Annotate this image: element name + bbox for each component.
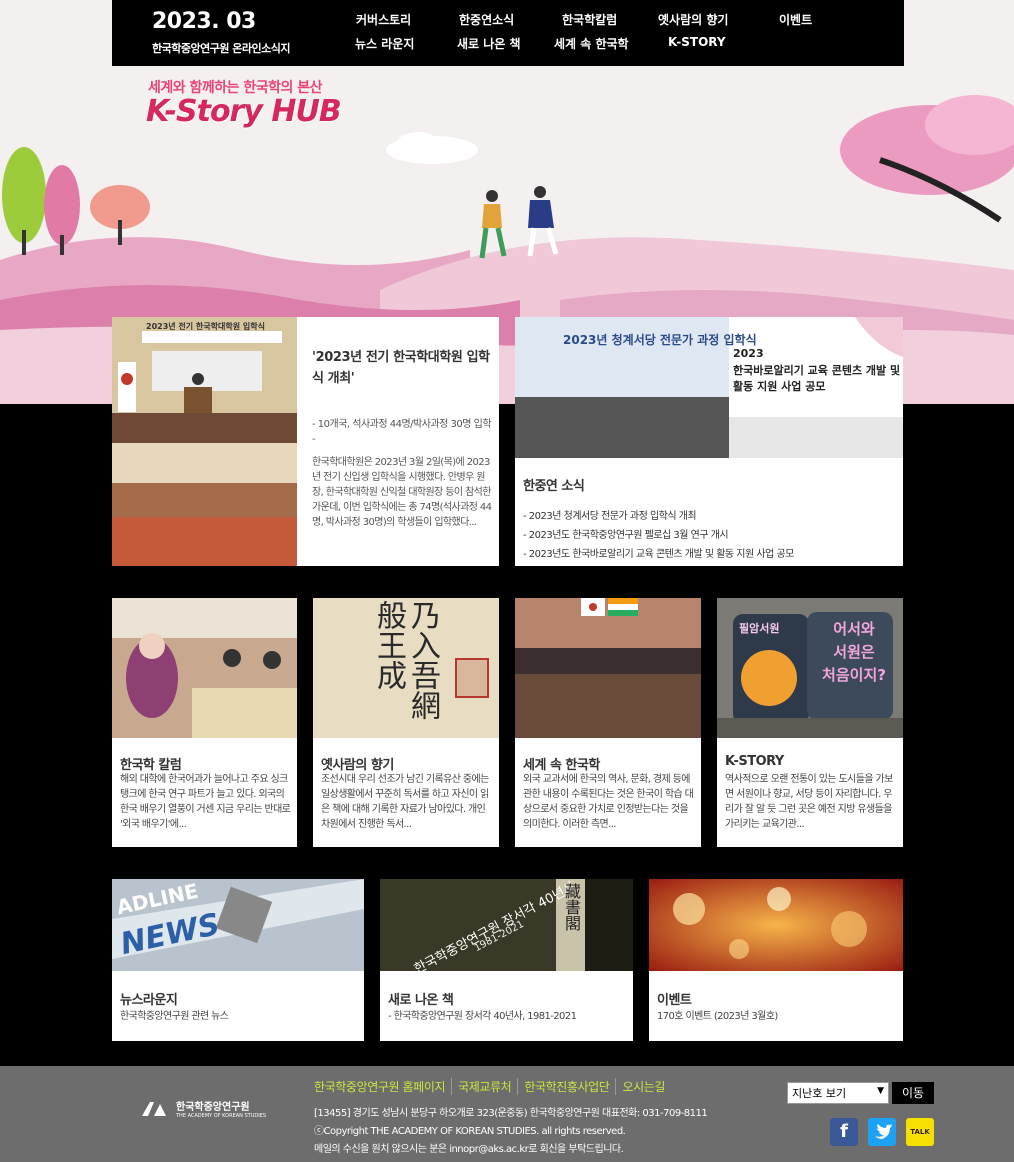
nav-akso-news[interactable]: 한중연소식 <box>459 11 514 28</box>
nav-cover-story[interactable]: 커버스토리 <box>356 11 411 28</box>
footer-link-homepage[interactable]: 한국학중앙연구원 홈페이지 <box>314 1078 451 1095</box>
k-story-photo: 필암서원 어서와 서원은 처음이지? <box>717 598 903 738</box>
k-story-sign-left: 필암서원 <box>739 622 780 635</box>
footer-logo[interactable]: 한국학중앙연구원 THE ACADEMY OF KOREAN STUDIES <box>140 1098 266 1119</box>
world-studies-title[interactable]: 세계 속 한국학 <box>523 754 600 773</box>
event-photo <box>649 879 903 971</box>
footer-address: [13455] 경기도 성남시 분당구 하오개로 323(운중동) 한국학중앙연… <box>314 1108 708 1119</box>
news-lounge-card[interactable]: ADLINE NEWS 뉴스라운지 한국학중앙연구원 관련 뉴스 <box>112 879 364 1041</box>
footer-logo-text: 한국학중앙연구원 <box>176 1102 250 1113</box>
kakaotalk-label: TALK <box>910 1128 930 1136</box>
footer-link-international[interactable]: 국제교류처 <box>451 1078 517 1095</box>
event-card[interactable]: 이벤트 170호 이벤트 (2023년 3월호) <box>649 879 903 1041</box>
footer-logo-sub: THE ACADEMY OF KOREAN STUDIES <box>176 1113 267 1119</box>
event-text: 170호 이벤트 (2023년 3월호) <box>657 1011 778 1022</box>
nav-news-lounge[interactable]: 뉴스 라운지 <box>355 35 414 52</box>
chevron-down-icon: ▼ <box>877 1086 884 1096</box>
nav-ancestors-scent[interactable]: 옛사람의 향기 <box>658 11 728 28</box>
feature-subtitle: - 10개국, 석사과정 44명/박사과정 30명 입학 - <box>312 419 492 445</box>
ancestors-title[interactable]: 옛사람의 향기 <box>321 754 394 773</box>
list-item[interactable]: - 2023년도 한국바로알리기 교육 콘텐츠 개발 및 활동 지원 사업 공모 <box>523 545 903 564</box>
nav-korean-studies-column[interactable]: 한국학칼럼 <box>562 11 617 28</box>
past-issue-select-label: 지난호 보기 <box>792 1087 847 1100</box>
k-story-sign-line2: 서원은 <box>833 643 875 661</box>
new-books-card[interactable]: 한국학중앙연구원 장서각 40년사 1981-2021 藏書閣 새로 나온 책 … <box>380 879 633 1041</box>
news-lounge-text: 한국학중앙연구원 관련 뉴스 <box>120 1011 229 1022</box>
k-story-sign-text: 어서와 서원은 처음이지? <box>815 618 893 687</box>
k-story-card[interactable]: 필암서원 어서와 서원은 처음이지? K-STORY 역사적으로 오랜 전통이 … <box>717 598 903 847</box>
top-navigation-bar: 2023. 03 한국학중앙연구원 온라인소식지 커버스토리 한중연소식 한국학… <box>112 0 904 66</box>
poster-title: 한국바로알리기 교육 콘텐츠 개발 및 활동 지원 사업 공모 <box>733 364 901 393</box>
k-story-hub-logo[interactable]: K-Story HUB <box>146 94 342 129</box>
column-text: 해외 대학에 한국어과가 늘어나고 주요 싱크탱크에 한국 연구 파트가 늘고 … <box>120 774 291 830</box>
k-story-title[interactable]: K-STORY <box>725 754 784 769</box>
feature-photo: 2023년 전기 한국학대학원 입학식 <box>112 317 297 566</box>
new-books-text: - 한국학중앙연구원 장서각 40년사, 1981-2021 <box>388 1011 577 1022</box>
footer: 한국학중앙연구원 THE ACADEMY OF KOREAN STUDIES 한… <box>0 1066 1014 1162</box>
aks-logo-icon <box>140 1100 172 1118</box>
twitter-icon[interactable] <box>868 1118 896 1146</box>
page: 2023. 03 한국학중앙연구원 온라인소식지 커버스토리 한중연소식 한국학… <box>0 0 1014 1162</box>
new-books-photo: 한국학중앙연구원 장서각 40년사 1981-2021 藏書閣 <box>380 879 633 971</box>
ancestors-card[interactable]: 乃入吾網 般王成 옛사람의 향기 조선시대 우리 선조가 남긴 기록유산 중에는… <box>313 598 499 847</box>
book-seal-text: 藏書閣 <box>562 883 581 931</box>
feature-card[interactable]: 2023년 전기 한국학대학원 입학식 '2023년 전기 한국학대학원 입학식… <box>112 317 499 566</box>
nav-k-story[interactable]: K-STORY <box>668 35 726 49</box>
akso-news-photo: 2023년 청계서당 전문가 과정 입학식 2023 한국바로알리기 교육 콘텐… <box>515 317 903 458</box>
footer-notice: 메일의 수신을 원치 않으시는 분은 innopr@aks.ac.kr로 회신을… <box>314 1144 624 1155</box>
event-title[interactable]: 이벤트 <box>657 989 692 1008</box>
news-lounge-title[interactable]: 뉴스라운지 <box>120 989 178 1008</box>
akso-news-list: - 2023년 청계서당 전문가 과정 입학식 개최 - 2023년도 한국학중… <box>523 507 903 564</box>
k-story-sign-line3: 처음이지? <box>822 666 886 684</box>
new-books-title[interactable]: 새로 나온 책 <box>388 989 454 1008</box>
world-studies-text: 외국 교과서에 한국의 역사, 문화, 경제 등에 관한 내용이 수록된다는 것… <box>523 774 694 830</box>
ancestors-text: 조선시대 우리 선조가 남긴 기록유산 중에는 일상생활에서 꾸준히 독서를 하… <box>321 774 489 830</box>
footer-copyright: ⓒCopyright THE ACADEMY OF KOREAN STUDIES… <box>314 1126 626 1137</box>
calligraphy-text: 乃入吾網 般王成 <box>371 600 440 720</box>
footer-link-promotion[interactable]: 한국학진흥사업단 <box>517 1078 615 1095</box>
column-photo <box>112 598 297 738</box>
akso-news-card[interactable]: 2023년 청계서당 전문가 과정 입학식 2023 한국바로알리기 교육 콘텐… <box>515 317 903 566</box>
ancestors-photo: 乃入吾網 般王成 <box>313 598 499 738</box>
nav-new-books[interactable]: 새로 나온 책 <box>457 35 521 52</box>
list-item[interactable]: - 2023년 청계서당 전문가 과정 입학식 개최 <box>523 507 903 526</box>
list-item[interactable]: - 2023년도 한국학중앙연구원 펠로십 3월 연구 개시 <box>523 526 903 545</box>
k-story-text: 역사적으로 오랜 전통이 있는 도시들을 가보면 서원이나 향교, 서당 등이 … <box>725 774 893 830</box>
feature-title[interactable]: '2023년 전기 한국학대학원 입학식 개최' <box>312 347 494 389</box>
world-studies-card[interactable]: 세계 속 한국학 외국 교과서에 한국의 역사, 문화, 경제 등에 관한 내용… <box>515 598 701 847</box>
issue-date: 2023. 03 <box>152 9 256 34</box>
feature-photo-banner: 2023년 전기 한국학대학원 입학식 <box>146 322 265 331</box>
poster-year: 2023 <box>733 347 764 360</box>
issue-subtitle: 한국학중앙연구원 온라인소식지 <box>152 42 291 55</box>
seal-stamp <box>455 658 489 698</box>
kakaotalk-icon[interactable]: TALK <box>906 1118 934 1146</box>
facebook-icon[interactable]: f <box>830 1118 858 1146</box>
go-button[interactable]: 이동 <box>892 1082 934 1104</box>
past-issue-select[interactable]: 지난호 보기 ▼ <box>787 1082 889 1104</box>
akso-photo-banner: 2023년 청계서당 전문가 과정 입학식 <box>563 333 757 347</box>
column-title[interactable]: 한국학 칼럼 <box>120 754 182 773</box>
column-card[interactable]: 한국학 칼럼 해외 대학에 한국어과가 늘어나고 주요 싱크탱크에 한국 연구 … <box>112 598 297 847</box>
nav-event[interactable]: 이벤트 <box>779 11 812 28</box>
feature-body: 한국학대학원은 2023년 3월 2일(목)에 2023년 전기 신입생 입학식… <box>312 457 492 528</box>
world-studies-photo <box>515 598 701 738</box>
k-story-sign-line1: 어서와 <box>833 620 875 638</box>
footer-links: 한국학중앙연구원 홈페이지 국제교류처 한국학진흥사업단 오시는길 <box>314 1078 671 1095</box>
nav-korean-studies-world[interactable]: 세계 속 한국학 <box>554 35 629 52</box>
akso-news-title[interactable]: 한중연 소식 <box>523 475 585 494</box>
news-lounge-photo: ADLINE NEWS <box>112 879 364 971</box>
footer-link-directions[interactable]: 오시는길 <box>615 1078 671 1095</box>
